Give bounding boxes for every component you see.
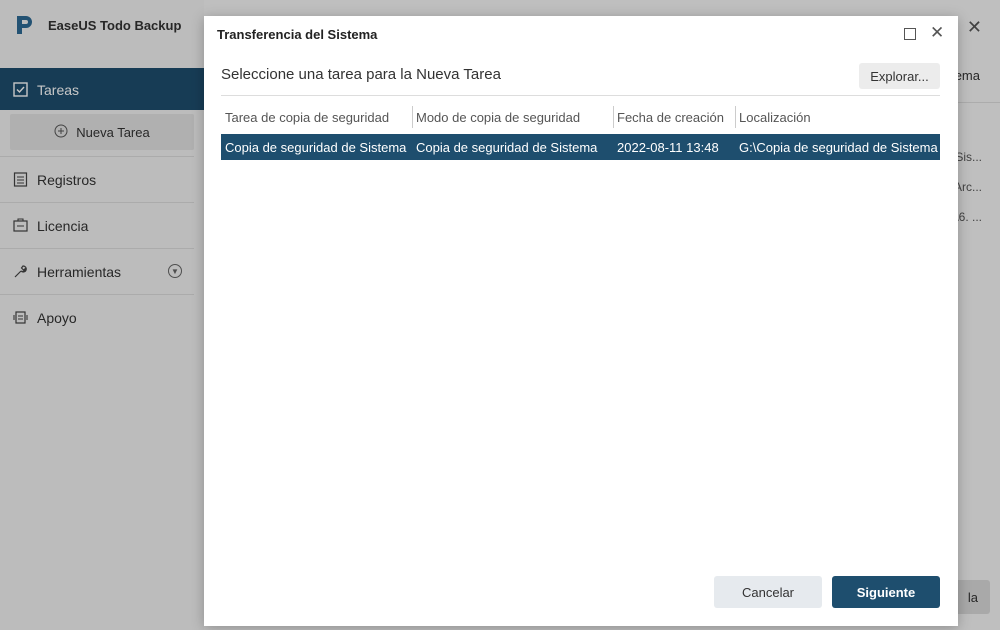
maximize-icon[interactable]: [904, 28, 916, 40]
task-table: Tarea de copia de seguridad Modo de copi…: [221, 104, 940, 160]
divider: [221, 95, 940, 96]
table-row[interactable]: Copia de seguridad de Sistema Copia de s…: [221, 134, 940, 160]
column-header-date[interactable]: Fecha de creación: [613, 104, 735, 130]
cell-location: G:\Copia de seguridad de Sistema: [739, 139, 938, 155]
column-header-location[interactable]: Localización: [735, 104, 940, 130]
cancel-label: Cancelar: [741, 584, 795, 600]
dialog-title: Transferencia del Sistema: [217, 27, 378, 42]
dialog-subtitle: Seleccione una tarea para la Nueva Tarea: [221, 66, 501, 83]
column-header-mode[interactable]: Modo de copia de seguridad: [412, 104, 613, 130]
table-header: Tarea de copia de seguridad Modo de copi…: [221, 104, 940, 130]
close-icon[interactable]: ✕: [930, 24, 944, 41]
browse-button[interactable]: Explorar...: [859, 63, 940, 89]
column-header-task[interactable]: Tarea de copia de seguridad: [221, 104, 412, 130]
next-button[interactable]: Siguiente: [832, 576, 940, 608]
next-label: Siguiente: [856, 584, 916, 600]
browse-label: Explorar...: [870, 68, 929, 84]
cell-date: 2022-08-11 13:48: [617, 139, 719, 155]
system-transfer-dialog: Transferencia del Sistema ✕ Seleccione u…: [204, 16, 958, 626]
cancel-button[interactable]: Cancelar: [714, 576, 822, 608]
cell-mode: Copia de seguridad de Sistema: [416, 139, 598, 155]
cell-task: Copia de seguridad de Sistema: [225, 139, 407, 155]
